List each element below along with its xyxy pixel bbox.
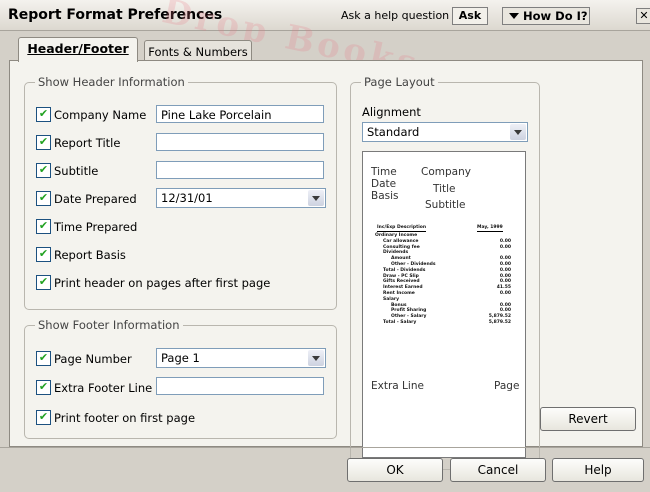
help-button[interactable]: Help <box>552 458 644 482</box>
cancel-button[interactable]: Cancel <box>450 458 546 482</box>
subtitle-checkbox[interactable]: ✔ <box>36 163 51 178</box>
preview-line-value: 5,879.52 <box>488 320 511 325</box>
date-prepared-checkbox[interactable]: ✔ <box>36 191 51 206</box>
company-name-label: Company Name <box>54 108 147 122</box>
revert-button[interactable]: Revert <box>540 407 636 431</box>
company-name-checkbox[interactable]: ✔ <box>36 107 51 122</box>
alignment-label: Alignment <box>362 105 421 119</box>
print-footer-checkbox[interactable]: ✔ <box>36 410 51 425</box>
preview-page: Page <box>494 380 520 392</box>
preview-company: Company <box>421 166 471 178</box>
page-number-value: Page 1 <box>161 351 200 365</box>
dropdown-arrow-icon <box>509 13 519 19</box>
layout-preview: Time Date Basis Company Title Subtitle I… <box>362 151 526 458</box>
page-number-dropdown[interactable]: Page 1 <box>156 348 326 368</box>
page-number-checkbox[interactable]: ✔ <box>36 351 51 366</box>
report-title-checkbox[interactable]: ✔ <box>36 135 51 150</box>
ok-button[interactable]: OK <box>347 458 443 482</box>
preview-subtitle: Subtitle <box>425 199 466 211</box>
preview-title: Title <box>433 183 456 195</box>
time-prepared-label: Time Prepared <box>54 220 138 234</box>
extra-footer-label: Extra Footer Line <box>54 381 153 395</box>
report-basis-checkbox[interactable]: ✔ <box>36 247 51 262</box>
report-basis-label: Report Basis <box>54 248 126 262</box>
date-prepared-dropdown[interactable]: 12/31/01 <box>156 188 326 208</box>
preview-line-label: Total - Salary <box>383 320 417 325</box>
subtitle-label: Subtitle <box>54 164 99 178</box>
print-footer-label: Print footer on first page <box>54 411 196 425</box>
footer-group-title: Show Footer Information <box>35 318 183 332</box>
preview-time: Time <box>371 166 397 178</box>
chevron-down-icon[interactable] <box>308 190 324 206</box>
time-prepared-checkbox[interactable]: ✔ <box>36 219 51 234</box>
preview-line-value: 0.00 <box>499 291 511 296</box>
how-do-i-label: How Do I? <box>523 9 588 23</box>
subtitle-field[interactable] <box>156 161 324 179</box>
page-layout-title: Page Layout <box>361 75 438 89</box>
print-header-label: Print header on pages after first page <box>54 276 271 290</box>
alignment-dropdown[interactable]: Standard <box>362 122 528 142</box>
tab-header-footer-label: Header/Footer <box>27 41 129 56</box>
extra-footer-checkbox[interactable]: ✔ <box>36 380 51 395</box>
footer-divider <box>0 447 650 448</box>
preview-col-date: May, 1999 <box>477 225 503 232</box>
preview-date: Date <box>371 178 397 190</box>
extra-footer-field[interactable] <box>156 377 324 395</box>
tab-header-footer[interactable]: Header/Footer <box>18 37 138 62</box>
chevron-down-icon[interactable] <box>510 124 526 140</box>
header-group-title: Show Header Information <box>35 75 188 89</box>
ask-button[interactable]: Ask <box>452 7 488 25</box>
report-title-field[interactable] <box>156 133 324 151</box>
print-header-checkbox[interactable]: ✔ <box>36 275 51 290</box>
report-title-label: Report Title <box>54 136 121 150</box>
chevron-down-icon[interactable] <box>308 350 324 366</box>
preview-col-desc: Inc/Exp Description <box>377 225 427 232</box>
date-prepared-value: 12/31/01 <box>161 191 213 205</box>
page-number-label: Page Number <box>54 352 132 366</box>
preview-line-value: 0.00 <box>499 244 511 250</box>
date-prepared-label: Date Prepared <box>54 192 137 206</box>
how-do-i-button[interactable]: How Do I? <box>502 7 590 25</box>
close-icon[interactable]: ✕ <box>636 8 650 24</box>
preview-extra-line: Extra Line <box>371 380 424 392</box>
help-question-label: Ask a help question <box>341 9 450 22</box>
preview-basis: Basis <box>371 190 399 202</box>
company-name-field[interactable]: Pine Lake Porcelain <box>156 105 324 123</box>
alignment-value: Standard <box>367 125 420 139</box>
